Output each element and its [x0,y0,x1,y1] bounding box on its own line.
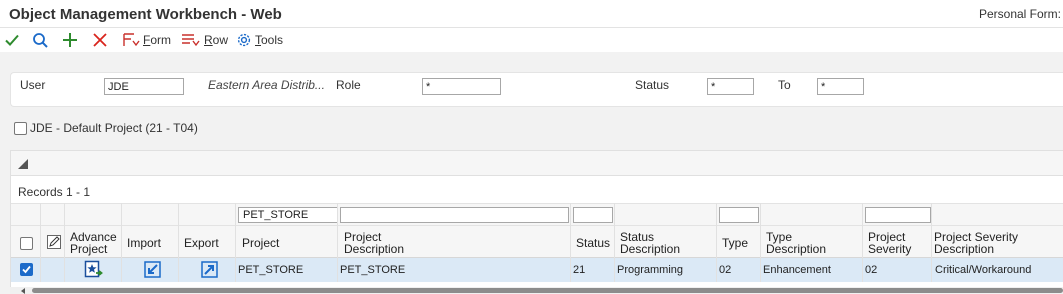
close-x-icon [92,32,108,48]
projects-grid: Records 1 - 1 AdvanceProject Import Expo… [10,150,1063,294]
ok-button[interactable] [4,31,20,49]
gear-icon [236,32,252,48]
edit-column-icon[interactable] [47,235,61,252]
col-import[interactable]: Import [127,237,161,249]
status-to-field[interactable] [817,78,864,95]
title-bar: Object Management Workbench - Web Person… [0,0,1063,28]
column-divider [716,203,717,282]
cell-type: 02 [719,264,732,276]
column-divider [760,203,761,282]
scroll-left-arrow-icon[interactable] [21,288,25,294]
col-type-description[interactable]: Type Description [766,231,826,255]
form-menu[interactable]: Form [122,31,171,49]
horizontal-scrollbar[interactable] [10,287,1063,294]
col-project-severity[interactable]: Project Severity [868,231,911,255]
cell-type-description: Enhancement [763,264,831,276]
project-filter[interactable] [238,207,338,223]
select-all-checkbox[interactable] [20,237,33,250]
close-button[interactable] [92,31,108,49]
grid-header-row: Advance Project Import Export Project Pro… [11,225,1063,258]
table-row[interactable]: PET_STORE PET_STORE 21 Programming 02 En… [11,258,1063,282]
col-type[interactable]: Type [722,237,748,249]
cell-project-severity: 02 [865,264,878,276]
form-menu-icon [122,32,140,48]
tools-menu-label: Tools [255,33,284,47]
row-menu-label: Row [204,33,229,47]
grid-filter-row [11,203,1063,225]
expand-grid-icon[interactable] [18,159,28,169]
tools-menu[interactable]: Tools [236,31,283,49]
col-project-severity-description[interactable]: Project Severity Description [934,231,1018,255]
role-field[interactable] [422,78,501,95]
row-menu[interactable]: Row [181,31,228,49]
status-filter[interactable] [573,207,613,223]
app-title: Object Management Workbench - Web [9,6,282,23]
row-menu-icon [181,32,201,48]
export-icon[interactable] [201,261,218,281]
col-status-description[interactable]: Status Description [620,231,680,255]
checkmark-icon [4,32,20,48]
column-divider [64,203,65,282]
column-divider [235,203,236,282]
find-button[interactable] [32,31,49,49]
cell-project-description: PET_STORE [340,264,406,276]
grid-toolbar [11,151,1063,176]
col-export[interactable]: Export [184,237,219,249]
col-project-description[interactable]: Project Description [344,231,404,255]
content-area: User Eastern Area Distrib... Role Status… [0,52,1063,294]
default-project-option[interactable]: JDE - Default Project (21 - T04) [14,121,198,135]
row-select-checkbox[interactable] [20,263,33,276]
records-count: Records 1 - 1 [18,185,91,199]
user-field[interactable] [104,78,184,95]
column-divider [337,203,338,282]
advance-project-icon[interactable] [84,260,104,283]
default-project-checkbox[interactable] [14,121,27,135]
user-description: Eastern Area Distrib... [208,78,325,92]
column-divider [614,203,615,282]
scrollbar-thumb[interactable] [32,288,1063,293]
cell-project: PET_STORE [238,264,304,276]
search-icon [32,32,49,49]
column-divider [570,203,571,282]
add-button[interactable] [62,31,78,49]
status-label: Status [635,78,670,92]
column-divider [40,203,41,282]
column-divider [121,203,122,282]
project-severity-filter[interactable] [865,207,931,223]
personal-form-label[interactable]: Personal Form: [979,7,1061,21]
to-label: To [778,78,791,92]
user-label: User [20,78,46,92]
default-project-label: JDE - Default Project (21 - T04) [30,121,198,135]
role-label: Role [336,78,361,92]
col-project[interactable]: Project [242,237,279,249]
form-menu-label: Form [143,33,172,47]
cell-project-severity-description: Critical/Workaround [935,264,1032,276]
col-advance-project[interactable]: Advance Project [70,231,117,255]
import-icon[interactable] [144,261,161,281]
column-divider [862,203,863,282]
column-divider [931,203,932,282]
column-divider [178,203,179,282]
cell-status-description: Programming [617,264,684,276]
query-criteria-panel: User Eastern Area Distrib... Role Status… [10,72,1063,107]
plus-icon [62,32,78,48]
col-status[interactable]: Status [576,237,610,249]
project-description-filter[interactable] [340,207,569,223]
form-toolbar: Form Row Tools [0,28,1063,52]
status-from-field[interactable] [707,78,754,95]
type-filter[interactable] [719,207,759,223]
cell-status: 21 [573,264,586,276]
